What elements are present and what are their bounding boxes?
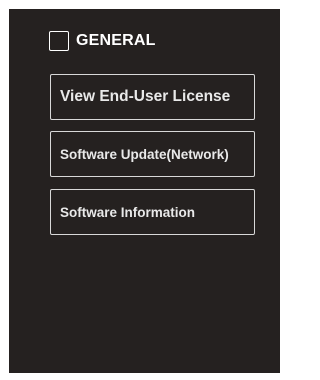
checkbox-outline-icon	[49, 31, 69, 51]
section-header: GENERAL	[49, 29, 156, 53]
software-information-button[interactable]: Software Information	[50, 189, 255, 235]
view-end-user-license-button[interactable]: View End-User License	[50, 74, 255, 120]
section-title: GENERAL	[76, 32, 156, 49]
software-update-network-button[interactable]: Software Update(Network)	[50, 131, 255, 177]
settings-panel: GENERAL View End-User License Software U…	[9, 9, 280, 373]
